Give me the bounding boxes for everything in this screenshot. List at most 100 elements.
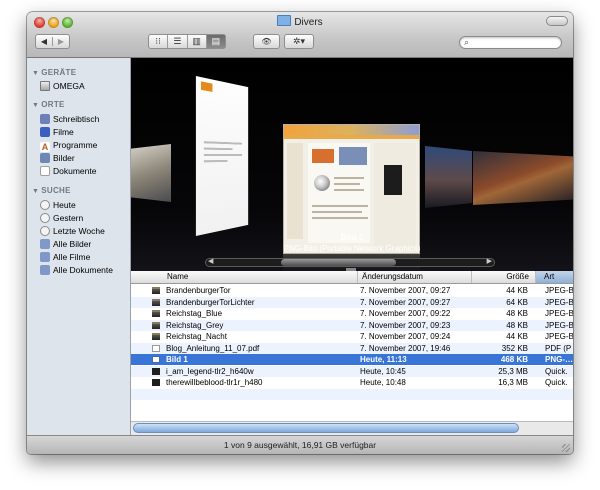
toolbar-toggle-button[interactable] [546, 16, 568, 26]
sidebar-item-gestern[interactable]: Gestern [40, 212, 83, 224]
sidebar-section-devices[interactable]: ▼ GERÄTE [32, 68, 76, 77]
scroll-right-icon[interactable]: ▶ [487, 257, 492, 265]
sidebar-item-programme[interactable]: A Programme [40, 139, 97, 152]
sidebar-item-omega[interactable]: OMEGA [40, 80, 85, 92]
cover-thumbnail[interactable] [131, 144, 171, 202]
file-name: Bild 1 [166, 355, 188, 364]
column-date[interactable]: Änderungsdatum [357, 271, 471, 283]
file-size: 44 KB [506, 332, 528, 341]
empty-row [131, 400, 573, 411]
table-row[interactable]: Blog_Anleitung_11_07.pdf 7. November 2007… [131, 342, 573, 354]
search-icon: ⌕ [464, 37, 470, 47]
status-bar: 1 von 9 ausgewählt, 16,91 GB verfügbar [27, 435, 573, 454]
file-kind: JPEG-B [545, 309, 573, 318]
table-row[interactable]: Reichstag_Nacht 7. November 2007, 09:24 44… [131, 331, 573, 342]
forward-button[interactable]: ▶ [52, 37, 69, 46]
column-size[interactable]: Größe [471, 271, 535, 283]
documents-icon [40, 166, 50, 176]
drive-icon [40, 81, 50, 91]
status-text: 1 von 9 ausgewählt, 16,91 GB verfügbar [223, 440, 377, 450]
file-kind: Quick. [545, 378, 568, 387]
column-kind[interactable]: Art [535, 271, 573, 283]
sidebar-section-search[interactable]: ▼ SUCHE [32, 186, 71, 195]
desktop-icon [40, 114, 50, 124]
file-size: 48 KB [506, 320, 528, 330]
file-name: Blog_Anleitung_11_07.pdf [166, 343, 260, 353]
file-kind: PNG-… [545, 355, 573, 364]
table-row[interactable]: Reichstag_Blue 7. November 2007, 09:22 48 … [131, 308, 573, 319]
coverflow-view-button[interactable]: ▤ [205, 35, 225, 48]
file-size: 25,3 MB [498, 366, 528, 376]
coverflow-scrollbar[interactable]: ◀ ▶ [205, 258, 495, 267]
file-size: 468 KB [500, 355, 528, 364]
table-row[interactable]: Reichstag_Grey 7. November 2007, 09:23 48 … [131, 319, 573, 331]
cover-thumbnail[interactable] [473, 151, 573, 205]
sidebar-item-dokumente[interactable]: Dokumente [40, 165, 96, 177]
quicklook-button[interactable]: 👁 [253, 34, 280, 49]
disclosure-triangle-icon[interactable]: ▼ [32, 188, 39, 195]
action-menu-button[interactable]: ✲▾ [284, 34, 314, 49]
column-view-button[interactable]: ▥ [186, 35, 206, 48]
folder-icon [277, 15, 292, 26]
sidebar-item-heute[interactable]: Heute [40, 199, 76, 211]
file-name: Reichstag_Grey [166, 320, 224, 330]
clock-icon [40, 213, 50, 223]
pictures-icon [40, 153, 50, 163]
sidebar-item-bilder[interactable]: Bilder [40, 152, 75, 164]
file-size: 64 KB [506, 297, 528, 307]
file-name: Reichstag_Nacht [166, 332, 227, 341]
table-row[interactable]: BrandenburgerTor 7. November 2007, 09:27 4… [131, 285, 573, 296]
titlebar: Divers ◀ ▶ ⁝⁝ ☰ ▥ ▤ 👁 ✲▾ ⌕ [27, 12, 573, 58]
sidebar-item-schreibtisch[interactable]: Schreibtisch [40, 113, 99, 125]
list-view-button[interactable]: ☰ [167, 35, 186, 48]
file-date: 7. November 2007, 09:24 [360, 332, 451, 341]
sidebar-item-alle-filme[interactable]: Alle Filme [40, 251, 90, 263]
file-size: 48 KB [506, 309, 528, 318]
empty-row [131, 388, 573, 400]
file-kind: JPEG-B [545, 297, 573, 307]
horizontal-scrollbar-track[interactable] [131, 421, 573, 436]
back-button[interactable]: ◀ [36, 37, 52, 46]
file-kind: JPEG-B [545, 286, 573, 295]
table-row[interactable]: Bild 1 Heute, 11:13 468 KB PNG-… [131, 354, 573, 365]
sidebar-item-letzte-woche[interactable]: Letzte Woche [40, 225, 105, 237]
coverflow-scroll-thumb[interactable] [281, 259, 396, 266]
table-row[interactable]: BrandenburgerTorLichter 7. November 2007,… [131, 296, 573, 308]
sidebar-item-alle-bilder[interactable]: Alle Bilder [40, 238, 91, 250]
file-name: i_am_legend-tlr2_h640w [166, 366, 254, 376]
disclosure-triangle-icon[interactable]: ▼ [32, 70, 39, 77]
file-date: 7. November 2007, 09:22 [360, 309, 451, 318]
search-field[interactable]: ⌕ [459, 36, 562, 49]
sidebar-item-filme[interactable]: Filme [40, 126, 74, 138]
table-row[interactable]: i_am_legend-tlr2_h640w Heute, 10:45 25,3 M… [131, 365, 573, 377]
window-title: Divers [294, 17, 323, 28]
table-row[interactable]: therewillbeblood-tlr1r_h480 Heute, 10:48 1… [131, 377, 573, 388]
file-date: 7. November 2007, 09:27 [360, 286, 451, 295]
file-size: 16,3 MB [498, 378, 528, 387]
file-name: therewillbeblood-tlr1r_h480 [166, 378, 263, 387]
sidebar-section-places[interactable]: ▼ ORTE [32, 100, 65, 109]
file-kind: Quick. [545, 366, 568, 376]
cover-thumbnail[interactable] [425, 146, 472, 208]
file-kind: JPEG-B [545, 332, 573, 341]
scroll-left-icon[interactable]: ◀ [208, 257, 213, 265]
disclosure-triangle-icon[interactable]: ▼ [32, 102, 39, 109]
cover-thumbnail-pdf[interactable] [195, 76, 249, 236]
file-kind: JPEG-B [545, 320, 573, 330]
icon-view-button[interactable]: ⁝⁝ [149, 35, 167, 48]
smart-folder-icon [40, 239, 50, 249]
file-size: 44 KB [506, 286, 528, 295]
file-size: 352 KB [501, 343, 528, 353]
smart-folder-icon [40, 252, 50, 262]
resize-grip-icon[interactable] [562, 444, 570, 452]
file-kind: PDF (P [545, 343, 572, 353]
sidebar-item-alle-dokumente[interactable]: Alle Dokumente [40, 264, 113, 276]
navigation-buttons: ◀ ▶ [35, 34, 70, 49]
file-name: Reichstag_Blue [166, 309, 223, 318]
view-mode-buttons: ⁝⁝ ☰ ▥ ▤ [148, 34, 226, 49]
file-date: 7. November 2007, 09:27 [360, 297, 451, 307]
file-name: BrandenburgerTor [166, 286, 231, 295]
file-date: Heute, 11:13 [360, 355, 407, 364]
column-name[interactable]: Name [131, 271, 357, 283]
horizontal-scroll-thumb[interactable] [133, 423, 519, 433]
